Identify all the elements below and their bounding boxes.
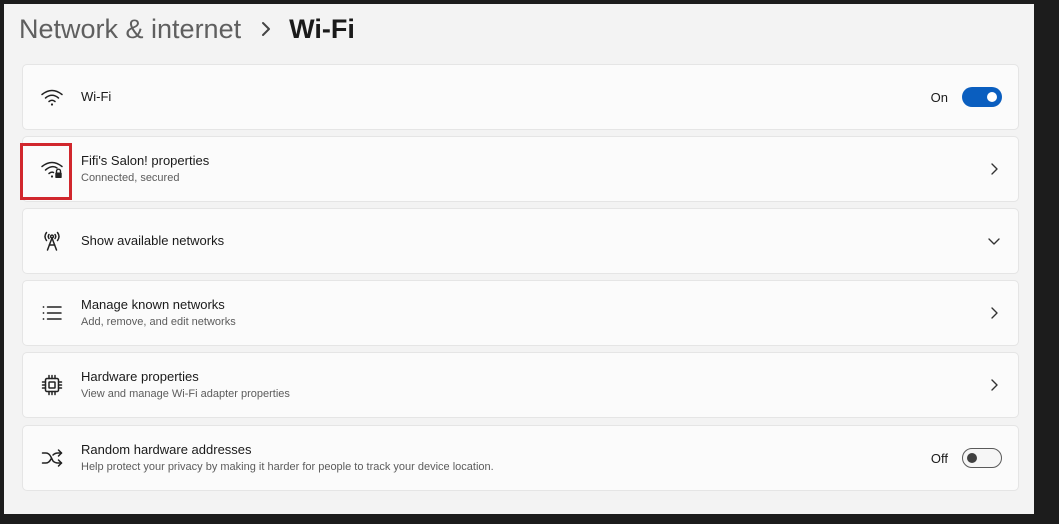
- breadcrumb-chevron-icon: [261, 21, 271, 37]
- random-card-text: Random hardware addresses Help protect y…: [81, 426, 494, 490]
- random-toggle-switch[interactable]: [962, 448, 1002, 468]
- hardware-card-title: Hardware properties: [81, 369, 199, 384]
- wifi-toggle-label: On: [930, 89, 948, 105]
- random-toggle-label: Off: [930, 450, 948, 466]
- random-card-title: Random hardware addresses: [81, 442, 252, 457]
- chevron-right-icon: [987, 306, 1001, 320]
- network-card-text: Fifi's Salon! properties Connected, secu…: [81, 137, 209, 201]
- chip-icon: [40, 373, 64, 397]
- available-networks-card[interactable]: Show available networks: [22, 208, 1019, 274]
- known-card-title: Manage known networks: [81, 297, 225, 312]
- antenna-icon: [40, 229, 64, 253]
- network-card-subtitle: Connected, secured: [81, 172, 180, 184]
- settings-window: Network & internet Wi-Fi Wi-Fi On Fifi's…: [4, 4, 1034, 514]
- wifi-toggle-card[interactable]: Wi-Fi On: [22, 64, 1019, 130]
- list-icon: [40, 301, 64, 325]
- random-toggle-group: Off: [931, 426, 1002, 490]
- wifi-icon: [40, 85, 64, 109]
- hardware-card-subtitle: View and manage Wi-Fi adapter properties: [81, 388, 290, 400]
- toggle-knob: [987, 92, 997, 102]
- network-card-title: Fifi's Salon! properties: [81, 153, 210, 168]
- network-properties-card[interactable]: Fifi's Salon! properties Connected, secu…: [22, 136, 1019, 202]
- breadcrumb: Network & internet Wi-Fi: [19, 9, 355, 49]
- known-card-subtitle: Add, remove, and edit networks: [81, 316, 236, 328]
- toggle-knob: [967, 453, 977, 463]
- chevron-down-icon: [987, 234, 1001, 248]
- breadcrumb-parent-link[interactable]: Network & internet: [19, 14, 241, 45]
- available-card-text: Show available networks: [81, 209, 224, 273]
- wifi-card-text: Wi-Fi: [81, 65, 111, 129]
- known-card-text: Manage known networks Add, remove, and e…: [81, 281, 236, 345]
- hardware-card-text: Hardware properties View and manage Wi-F…: [81, 353, 290, 417]
- known-networks-card[interactable]: Manage known networks Add, remove, and e…: [22, 280, 1019, 346]
- wifi-toggle-group: On: [931, 65, 1002, 129]
- random-addresses-card[interactable]: Random hardware addresses Help protect y…: [22, 425, 1019, 491]
- shuffle-icon: [40, 446, 64, 470]
- chevron-right-icon: [987, 378, 1001, 392]
- page-title: Wi-Fi: [289, 13, 355, 44]
- highlight-box: [20, 143, 72, 200]
- wifi-toggle-switch[interactable]: [962, 87, 1002, 107]
- wifi-card-title: Wi-Fi: [81, 89, 112, 104]
- hardware-properties-card[interactable]: Hardware properties View and manage Wi-F…: [22, 352, 1019, 418]
- random-card-subtitle: Help protect your privacy by making it h…: [81, 461, 494, 473]
- available-card-title: Show available networks: [81, 233, 225, 248]
- chevron-right-icon: [987, 162, 1001, 176]
